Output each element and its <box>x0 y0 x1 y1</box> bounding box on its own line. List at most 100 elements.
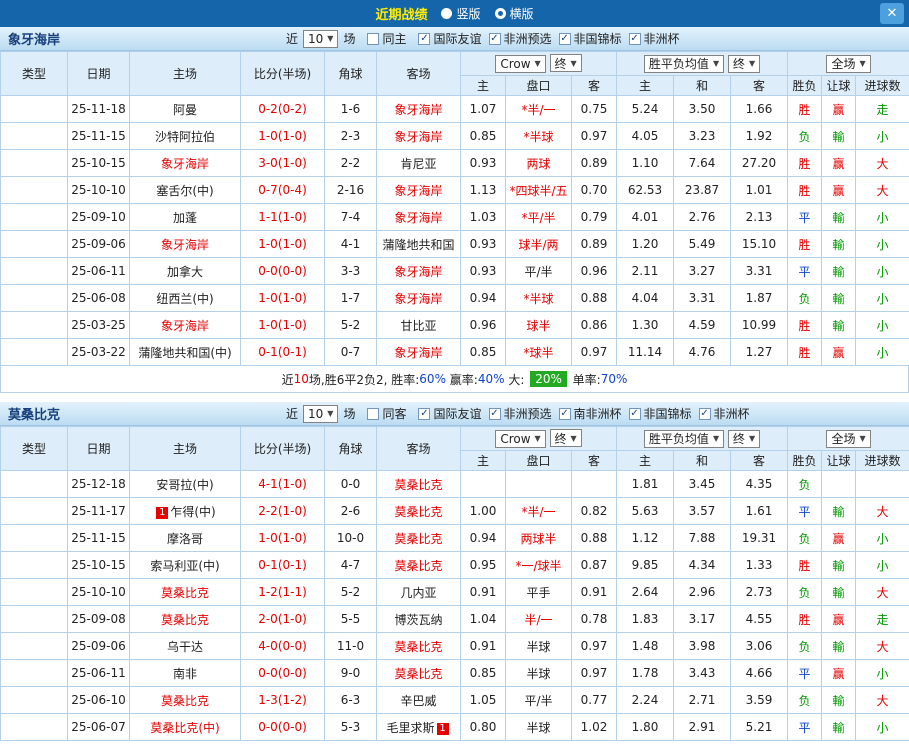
match-date-cell: 25-10-15 <box>68 150 130 177</box>
result-wdl-cell: 负 <box>788 123 822 150</box>
col-avg-away: 客 <box>731 76 788 96</box>
filter-controls: 近 10▼ 场 同客 国际友谊非洲预选南非洲杯非国锦标非洲杯 <box>286 405 750 423</box>
result-handicap-cell: 赢 <box>822 660 856 687</box>
handicap-line-cell: 球半/两 <box>506 231 572 258</box>
result-goals-cell: 小 <box>856 285 909 312</box>
checkbox-competition[interactable]: 非国锦标 <box>559 30 622 47</box>
handicap-odds-home-cell: 0.94 <box>461 525 506 552</box>
result-goals-cell: 大 <box>856 177 909 204</box>
col-avg-draw: 和 <box>674 76 731 96</box>
avg-odds-home-cell: 2.24 <box>617 687 674 714</box>
result-handicap-cell: 輸 <box>822 123 856 150</box>
match-type-cell: 非洲预选 <box>1 150 68 177</box>
avg-odds-select[interactable]: 胜平负均值▼ <box>644 55 724 73</box>
fulltime-select[interactable]: 全场▼ <box>826 430 870 448</box>
home-team-name: 沙特阿拉伯 <box>155 130 215 144</box>
match-type-cell: 非洲预选 <box>1 204 68 231</box>
avg-odds-home-cell: 5.24 <box>617 96 674 123</box>
avg-odds-draw-cell: 23.87 <box>674 177 731 204</box>
home-team-cell: 阿曼 <box>130 96 241 123</box>
handicap-odds-away-cell: 0.79 <box>572 204 617 231</box>
team-name: 莫桑比克 <box>8 404 60 423</box>
section-header-ivory-coast: 象牙海岸 近 10▼ 场 同主 国际友谊非洲预选非国锦标非洲杯 <box>0 27 909 51</box>
checkbox-competition[interactable]: 非洲杯 <box>629 30 680 47</box>
away-team-cell: 象牙海岸 <box>377 204 461 231</box>
avg-odds-draw-cell: 7.88 <box>674 525 731 552</box>
chevron-down-icon: ▼ <box>535 59 541 68</box>
match-count-select[interactable]: 10▼ <box>303 405 338 423</box>
corner-cell: 2-16 <box>325 177 377 204</box>
checkbox-label: 非洲杯 <box>714 405 750 422</box>
match-count-select[interactable]: 10▼ <box>303 30 338 48</box>
checkbox-label: 非国锦标 <box>574 30 622 47</box>
home-team-name: 安哥拉(中) <box>156 478 213 492</box>
avg-odds-draw-cell: 3.43 <box>674 660 731 687</box>
avg-odds-select[interactable]: 胜平负均值▼ <box>644 430 724 448</box>
fulltime-select[interactable]: 全场▼ <box>826 55 870 73</box>
avg-odds-away-cell: 5.21 <box>731 714 788 741</box>
score-cell: 0-0(0-0) <box>241 714 325 741</box>
checkbox-competition[interactable]: 非洲预选 <box>489 405 552 422</box>
away-team-name: 莫桑比克 <box>394 667 442 681</box>
home-team-name: 蒲隆地共和国(中) <box>138 346 231 360</box>
home-team-cell: 索马利亚(中) <box>130 552 241 579</box>
bookmaker-select[interactable]: Crow▼ <box>495 430 545 448</box>
handicap-line-cell: *一/球半 <box>506 552 572 579</box>
score-cell: 1-0(1-0) <box>241 231 325 258</box>
result-goals-cell: 小 <box>856 714 909 741</box>
away-team-cell: 莫桑比克 <box>377 633 461 660</box>
result-goals-cell: 大 <box>856 498 909 525</box>
checkbox-competition[interactable]: 非洲预选 <box>489 30 552 47</box>
handicap-final-select[interactable]: 终▼ <box>550 429 582 447</box>
result-goals-cell: 大 <box>856 633 909 660</box>
avg-odds-group-header: 胜平负均值▼ 终▼ <box>617 427 788 451</box>
result-goals-cell: 小 <box>856 660 909 687</box>
avg-odds-home-cell: 4.01 <box>617 204 674 231</box>
checkbox-competition[interactable]: 非洲杯 <box>699 405 750 422</box>
radio-horizontal-layout[interactable]: 横版 <box>495 5 534 22</box>
home-team-cell: 塞舌尔(中) <box>130 177 241 204</box>
result-wdl-cell: 平 <box>788 498 822 525</box>
handicap-odds-home-cell: 1.07 <box>461 96 506 123</box>
checkbox-competition[interactable]: 非国锦标 <box>629 405 692 422</box>
home-team-cell: 蒲隆地共和国(中) <box>130 339 241 366</box>
handicap-odds-home-cell: 0.95 <box>461 552 506 579</box>
handicap-final-select[interactable]: 终▼ <box>550 54 582 72</box>
avg-odds-home-cell: 5.63 <box>617 498 674 525</box>
away-team-name: 象牙海岸 <box>394 211 442 225</box>
checkbox-label: 非国锦标 <box>644 405 692 422</box>
result-wdl-cell: 胜 <box>788 312 822 339</box>
matches-table-ivory-coast: 类型 日期 主场 比分(半场) 角球 客场 Crow▼ 终▼ 胜平负均值▼ 终▼… <box>0 51 909 366</box>
away-team-cell: 象牙海岸 <box>377 258 461 285</box>
away-team-cell: 象牙海岸 <box>377 123 461 150</box>
corner-cell: 0-7 <box>325 339 377 366</box>
handicap-odds-away-cell: 1.02 <box>572 714 617 741</box>
home-team-name: 象牙海岸 <box>161 319 209 333</box>
away-team-name: 莫桑比克 <box>394 478 442 492</box>
radio-vertical-layout[interactable]: 竖版 <box>441 5 480 22</box>
avg-final-select[interactable]: 终▼ <box>728 430 760 448</box>
checkbox-label: 非洲预选 <box>504 30 552 47</box>
result-handicap-cell: 赢 <box>822 525 856 552</box>
avg-odds-home-cell: 11.14 <box>617 339 674 366</box>
checkbox-same-home[interactable]: 同主 <box>367 30 406 47</box>
home-team-name: 塞舌尔(中) <box>156 184 213 198</box>
match-type-cell: 国际友谊 <box>1 471 68 498</box>
handicap-odds-away-cell: 0.97 <box>572 123 617 150</box>
result-wdl-cell: 负 <box>788 633 822 660</box>
dialog-title: 近期战绩 <box>375 4 427 23</box>
avg-odds-group-header: 胜平负均值▼ 终▼ <box>617 52 788 76</box>
close-button[interactable]: ✕ <box>880 3 904 24</box>
result-wdl-cell: 胜 <box>788 96 822 123</box>
section-header-mozambique: 莫桑比克 近 10▼ 场 同客 国际友谊非洲预选南非洲杯非国锦标非洲杯 <box>0 402 909 426</box>
avg-final-select[interactable]: 终▼ <box>728 55 760 73</box>
avg-odds-away-cell: 2.73 <box>731 579 788 606</box>
col-home: 主场 <box>130 427 241 471</box>
checkbox-competition[interactable]: 国际友谊 <box>418 405 481 422</box>
checkbox-competition[interactable]: 国际友谊 <box>418 30 481 47</box>
checkbox-same-away[interactable]: 同客 <box>367 405 406 422</box>
checkbox-competition[interactable]: 南非洲杯 <box>559 405 622 422</box>
home-team-name: 加拿大 <box>167 265 203 279</box>
bookmaker-select[interactable]: Crow▼ <box>495 55 545 73</box>
big-rate-badge: 20% <box>530 371 567 387</box>
